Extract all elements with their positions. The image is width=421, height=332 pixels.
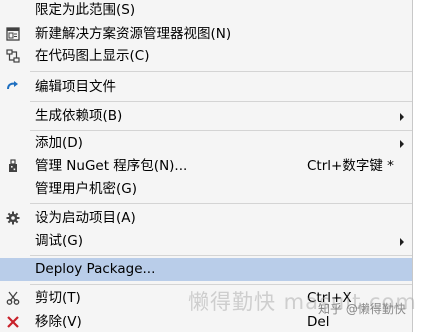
gear-icon <box>5 210 21 226</box>
menu-item-shortcut: Ctrl+数字键 * <box>307 158 394 174</box>
menu-item-label: 调试(G) <box>35 233 83 249</box>
menu-border <box>412 0 413 332</box>
menu-item-deploy-package[interactable]: Deploy Package... <box>0 258 412 281</box>
menu-item-add[interactable]: 添加(D) <box>0 132 412 154</box>
zhihu-watermark: 知乎 @懒得勤快 <box>318 302 406 316</box>
submenu-arrow-icon <box>400 113 404 121</box>
menu-item-label: Deploy Package... <box>35 261 156 277</box>
menu-item-debug[interactable]: 调试(G) <box>0 230 412 252</box>
menu-item-label: 移除(V) <box>35 314 82 330</box>
submenu-arrow-icon <box>400 238 404 246</box>
menu-item-build-dependencies[interactable]: 生成依赖项(B) <box>0 105 412 127</box>
edit-project-file-icon <box>5 79 21 95</box>
menu-item-scope-to-this[interactable]: 限定为此范围(S) <box>0 0 412 21</box>
menu-item-label: 生成依赖项(B) <box>35 108 123 124</box>
menu-item-label: 管理 NuGet 程序包(N)... <box>35 158 188 174</box>
menu-separator <box>30 71 412 72</box>
code-map-icon <box>5 48 21 64</box>
menu-item-label: 限定为此范围(S) <box>35 2 136 18</box>
menu-item-manage-user-secrets[interactable]: 管理用户机密(G) <box>0 178 412 200</box>
menu-item-show-on-code-map[interactable]: 在代码图上显示(C) <box>0 45 412 67</box>
nuget-icon <box>5 158 21 174</box>
scissors-icon <box>5 290 21 306</box>
menu-item-label: 添加(D) <box>35 135 83 151</box>
menu-item-label: 新建解决方案资源管理器视图(N) <box>35 26 232 42</box>
new-explorer-view-icon <box>5 26 21 42</box>
menu-separator <box>30 130 412 131</box>
menu-separator <box>30 101 412 102</box>
menu-item-set-as-startup-project[interactable]: 设为启动项目(A) <box>0 207 412 229</box>
menu-item-label: 编辑项目文件 <box>35 79 116 95</box>
menu-item-edit-project-file[interactable]: 编辑项目文件 <box>0 76 412 98</box>
menu-separator <box>30 284 412 285</box>
menu-separator <box>30 203 412 204</box>
menu-item-label: 管理用户机密(G) <box>35 181 137 197</box>
menu-item-label: 在代码图上显示(C) <box>35 48 150 64</box>
menu-item-label: 剪切(T) <box>35 290 81 306</box>
menu-item-manage-nuget-packages[interactable]: 管理 NuGet 程序包(N)... Ctrl+数字键 * <box>0 155 412 177</box>
context-menu: 限定为此范围(S) 新建解决方案资源管理器视图(N) 在代码图上显示(C) 编辑… <box>0 0 412 332</box>
remove-icon <box>5 314 21 330</box>
menu-separator <box>30 255 412 256</box>
menu-item-new-explorer-view[interactable]: 新建解决方案资源管理器视图(N) <box>0 23 412 45</box>
menu-item-label: 设为启动项目(A) <box>35 210 136 226</box>
submenu-arrow-icon <box>400 140 404 148</box>
